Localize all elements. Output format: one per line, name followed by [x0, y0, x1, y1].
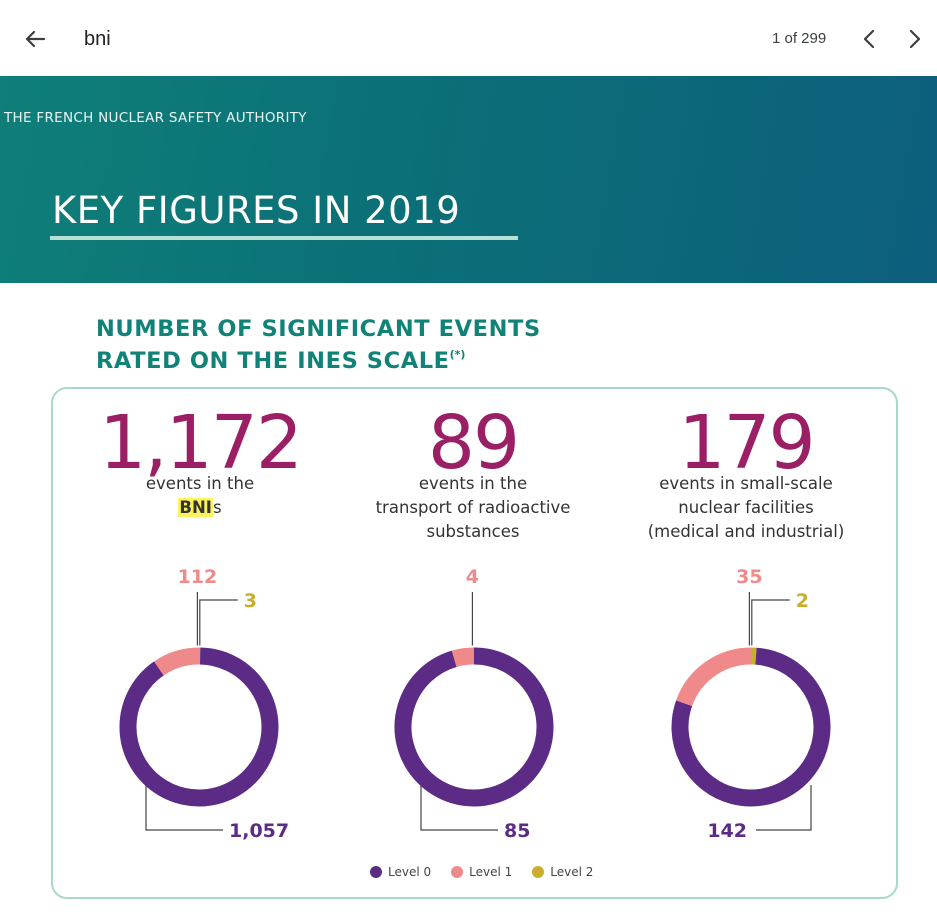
donut-segment-level1: [154, 647, 200, 676]
data-label-level1: 35: [736, 566, 762, 588]
data-label-level2: 3: [244, 590, 257, 612]
data-label-level1: 112: [178, 566, 218, 588]
data-label-level0: 142: [707, 820, 747, 842]
data-label-level0: 85: [504, 820, 530, 842]
legend-swatch: [532, 866, 545, 878]
callout-line: [199, 599, 238, 646]
legend-item-level-1: Level 1: [451, 865, 512, 879]
chart-legend: Level 0 Level 1 Level 2: [370, 862, 613, 882]
donut-segment-level1: [676, 647, 752, 707]
donut-segment-level1: [451, 647, 475, 668]
donut-segment-level0: [394, 647, 554, 807]
data-label-level1: 4: [466, 566, 479, 588]
legend-swatch: [370, 866, 382, 878]
data-label-level2: 2: [796, 590, 809, 612]
legend-label: Level 0: [388, 865, 432, 879]
donut-segment-level0: [119, 647, 279, 807]
legend-label: Level 1: [469, 865, 513, 879]
legend-item-level-2: Level 2: [532, 865, 593, 879]
donut-charts: 112 3 1,057 4 85 35 2 142: [119, 566, 831, 842]
legend-label: Level 2: [550, 865, 594, 879]
legend-swatch: [451, 866, 464, 878]
legend-item-level-0: Level 0: [370, 865, 431, 879]
data-label-level0: 1,057: [229, 820, 289, 842]
callout-line: [751, 599, 790, 646]
